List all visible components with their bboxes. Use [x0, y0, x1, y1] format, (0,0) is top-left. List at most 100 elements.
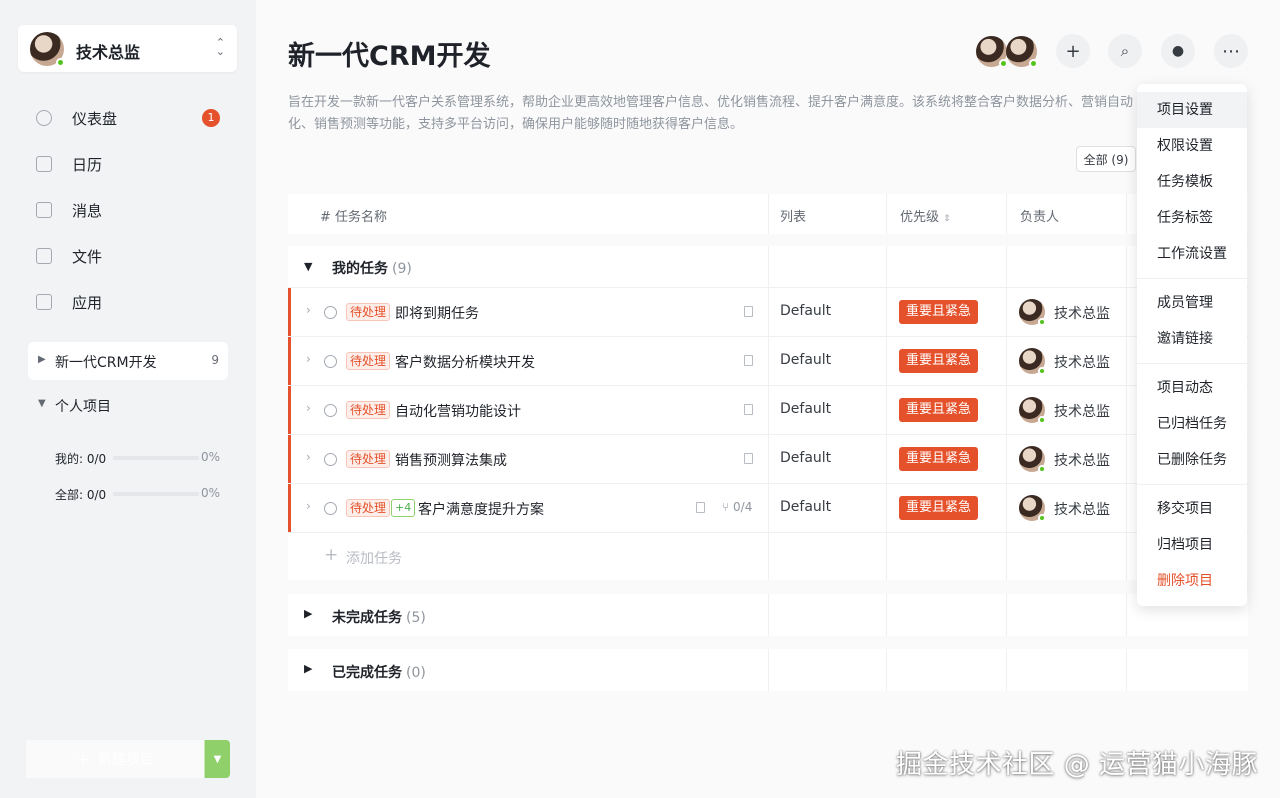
- column-divider: [886, 246, 887, 580]
- add-button[interactable]: +: [1056, 34, 1090, 68]
- chevron-right-icon[interactable]: ›: [306, 450, 311, 464]
- chevron-right-icon[interactable]: ›: [306, 499, 311, 513]
- workspace-name: 技术总监: [76, 43, 141, 62]
- task-list: Default: [780, 352, 832, 368]
- chevron-right-icon[interactable]: ›: [306, 352, 311, 366]
- column-header-name: # 任务名称: [320, 210, 388, 225]
- more-icon: ⋯: [1222, 40, 1240, 62]
- priority-badge[interactable]: 重要且紧急: [899, 447, 979, 471]
- group-count: (5): [406, 610, 426, 626]
- menu-item-archive-project[interactable]: 归档项目: [1137, 527, 1247, 563]
- task-name[interactable]: 客户数据分析模块开发: [395, 352, 535, 372]
- menu-item-archived-tasks[interactable]: 已归档任务: [1137, 406, 1247, 442]
- column-divider: [1006, 246, 1007, 580]
- chevron-right-icon[interactable]: ›: [306, 401, 311, 415]
- member-avatars[interactable]: [976, 35, 1040, 69]
- group-count: (9): [392, 261, 412, 277]
- task-complete-checkbox[interactable]: [324, 355, 337, 368]
- stat-percent: 0%: [200, 486, 220, 500]
- project-group-personal[interactable]: ▼ 个人项目: [28, 390, 228, 420]
- description-icon: [744, 355, 753, 366]
- priority-accent: [288, 337, 291, 385]
- task-owner[interactable]: 技术总监: [1054, 499, 1110, 519]
- menu-item-invite-link[interactable]: 邀请链接: [1137, 321, 1247, 357]
- avatar: [1019, 397, 1046, 424]
- group-title: 已完成任务 (0): [332, 662, 426, 682]
- priority-badge[interactable]: 重要且紧急: [899, 398, 979, 422]
- nav-item-apps[interactable]: 应用: [28, 283, 228, 321]
- group-name: 未完成任务: [332, 610, 402, 626]
- menu-item-member-management[interactable]: 成员管理: [1137, 285, 1247, 321]
- priority-badge[interactable]: 重要且紧急: [899, 349, 979, 373]
- task-list: Default: [780, 499, 832, 515]
- nav-label: 文件: [72, 247, 103, 266]
- task-complete-checkbox[interactable]: [324, 453, 337, 466]
- column-header-priority[interactable]: 优先级 ⇕: [900, 206, 951, 225]
- online-status-dot: [1038, 416, 1046, 424]
- task-complete-checkbox[interactable]: [324, 404, 337, 417]
- task-owner[interactable]: 技术总监: [1054, 303, 1110, 323]
- extra-tags-badge[interactable]: +4: [391, 499, 416, 517]
- avatar: [1006, 36, 1038, 68]
- chevron-right-icon[interactable]: ›: [306, 303, 311, 317]
- workspace-switcher[interactable]: 技术总监 ⌃ ⌄: [18, 25, 237, 72]
- project-group-name: 个人项目: [55, 399, 111, 415]
- task-name[interactable]: 即将到期任务: [395, 303, 479, 323]
- task-owner[interactable]: 技术总监: [1054, 450, 1110, 470]
- task-name[interactable]: 自动化营销功能设计: [395, 401, 521, 421]
- nav-item-calendar[interactable]: 日历: [28, 145, 228, 183]
- caret-right-icon: ▶: [38, 354, 46, 365]
- nav-label: 应用: [72, 293, 103, 312]
- new-project-button[interactable]: + 新建项目: [26, 740, 204, 778]
- task-complete-checkbox[interactable]: [324, 502, 337, 515]
- add-task-label: 添加任务: [346, 551, 402, 567]
- chat-button[interactable]: ●: [1161, 34, 1195, 68]
- column-header-list: 列表: [780, 210, 807, 225]
- menu-item-task-templates[interactable]: 任务模板: [1137, 164, 1247, 200]
- priority-badge[interactable]: 重要且紧急: [899, 300, 979, 324]
- apps-icon: [36, 294, 52, 310]
- online-status-dot: [1038, 318, 1046, 326]
- online-status-dot: [1038, 465, 1046, 473]
- status-badge: 待处理: [346, 401, 391, 419]
- menu-item-deleted-tasks[interactable]: 已删除任务: [1137, 442, 1247, 478]
- nav-item-dashboard[interactable]: 仪表盘 1: [28, 99, 228, 137]
- task-owner[interactable]: 技术总监: [1054, 401, 1110, 421]
- nav-item-files[interactable]: 文件: [28, 237, 228, 275]
- main-content: 新一代CRM开发 旨在开发一款新一代客户关系管理系统，帮助企业更高效地管理客户信…: [256, 0, 1280, 798]
- more-button[interactable]: ⋯: [1214, 34, 1248, 68]
- new-project-dropdown[interactable]: ▼: [204, 740, 230, 778]
- plus-icon: +: [1065, 40, 1081, 62]
- nav-item-messages[interactable]: 消息: [28, 191, 228, 229]
- chat-icon: ●: [1171, 43, 1185, 59]
- task-name[interactable]: 客户满意度提升方案: [418, 499, 544, 519]
- project-description: 旨在开发一款新一代客户关系管理系统，帮助企业更高效地管理客户信息、优化销售流程、…: [288, 95, 1134, 132]
- priority-badge[interactable]: 重要且紧急: [899, 496, 979, 520]
- menu-item-permission-settings[interactable]: 权限设置: [1137, 128, 1247, 164]
- menu-item-project-settings[interactable]: 项目设置: [1137, 92, 1247, 128]
- menu-item-delete-project[interactable]: 删除项目: [1137, 563, 1247, 599]
- status-badge: 待处理: [346, 303, 391, 321]
- project-item-active[interactable]: ▶ 新一代CRM开发 9: [28, 342, 228, 380]
- menu-item-project-activity[interactable]: 项目动态: [1137, 370, 1247, 406]
- task-complete-checkbox[interactable]: [324, 306, 337, 319]
- sort-icon: ⇕: [943, 214, 951, 224]
- menu-item-workflow-settings[interactable]: 工作流设置: [1137, 236, 1247, 272]
- group-name: 我的任务: [332, 261, 388, 277]
- task-owner[interactable]: 技术总监: [1054, 352, 1110, 372]
- calendar-icon: [36, 156, 52, 172]
- nav-label: 消息: [72, 201, 103, 220]
- menu-divider: [1137, 363, 1247, 364]
- plus-icon: +: [324, 545, 339, 565]
- column-header-label: 优先级: [900, 210, 940, 225]
- menu-item-task-tags[interactable]: 任务标签: [1137, 200, 1247, 236]
- menu-divider: [1137, 278, 1247, 279]
- menu-item-transfer-project[interactable]: 移交项目: [1137, 491, 1247, 527]
- task-filter[interactable]: 全部 (9): [1076, 146, 1136, 172]
- stat-all: 全部: 0/0 0%: [55, 485, 225, 503]
- search-button[interactable]: ⌕: [1108, 34, 1142, 68]
- task-name[interactable]: 销售预测算法集成: [395, 450, 507, 470]
- column-divider: [1126, 649, 1127, 691]
- online-status-dot: [999, 59, 1008, 68]
- priority-accent: [288, 484, 291, 532]
